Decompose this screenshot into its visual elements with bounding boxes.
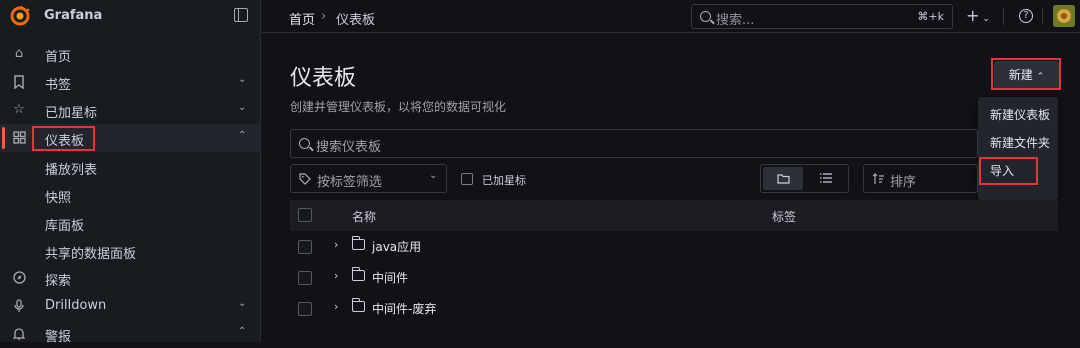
sidebar-sub-shared-dashboards[interactable]: 共享的数据面板 [45, 243, 136, 262]
sidebar-item-bookmarks[interactable]: 书签 ⌄ [0, 68, 260, 96]
chevron-up-icon[interactable]: ⌃ [238, 326, 246, 337]
breadcrumb-current: 仪表板 [336, 13, 376, 28]
table-row[interactable]: › 中间件 [290, 262, 1058, 293]
sort-icon [872, 173, 884, 184]
dashboard-search-input[interactable]: 搜索仪表板 [290, 129, 978, 158]
global-search-input[interactable]: 搜索... ⌘+k [691, 4, 953, 29]
dock-menu-icon[interactable] [234, 8, 248, 22]
star-icon: ☆ [13, 102, 25, 117]
search-icon [700, 11, 711, 22]
search-placeholder: 搜索仪表板 [316, 140, 382, 155]
bookmark-icon [12, 75, 26, 90]
table-header: 名称 标签 [290, 200, 1058, 231]
row-checkbox[interactable] [298, 240, 312, 254]
sidebar-item-label: 警报 [45, 330, 72, 345]
divider [1042, 8, 1043, 25]
search-placeholder: 搜索... [716, 13, 755, 28]
starred-checkbox[interactable] [461, 173, 473, 185]
folder-view-button[interactable] [763, 167, 803, 190]
sidebar-item-label: 书签 [45, 78, 72, 93]
table-row[interactable]: › java应用 [290, 231, 1058, 262]
chevron-right-icon[interactable]: › [334, 269, 338, 282]
folder-icon [351, 298, 365, 312]
page-title: 仪表板 [290, 66, 357, 91]
column-header-name[interactable]: 名称 [352, 208, 376, 225]
sidebar-sub-playlists[interactable]: 播放列表 [45, 159, 97, 178]
plus-icon: + [966, 6, 980, 25]
chevron-down-icon[interactable]: ⌄ [238, 74, 246, 85]
sidebar-item-label: 首页 [45, 50, 72, 65]
sidebar-sub-snapshots[interactable]: 快照 [45, 187, 71, 206]
folder-name-link[interactable]: java应用 [372, 238, 421, 255]
chevron-right-icon[interactable]: › [334, 300, 338, 313]
list-view-button[interactable] [806, 167, 846, 190]
folder-name-link[interactable]: 中间件-废弃 [372, 300, 436, 317]
highlight-box [979, 157, 1038, 185]
sidebar-sub-library-panels[interactable]: 库面板 [45, 215, 84, 234]
sidebar-item-alerting[interactable]: 警报 ⌃ [0, 320, 260, 348]
chevron-down-icon: ⌄ [982, 14, 990, 24]
tag-filter-select[interactable]: 按标签筛选 ⌄ [290, 164, 447, 193]
breadcrumb-home[interactable]: 首页 [289, 9, 315, 28]
page-subtitle: 创建并管理仪表板，以将您的数据可视化 [290, 100, 507, 114]
bell-icon [12, 327, 26, 341]
compass-icon [12, 271, 26, 285]
list-icon [820, 173, 832, 183]
folder-icon [351, 236, 365, 250]
breadcrumb-separator: › [321, 9, 327, 24]
tag-filter-placeholder: 按标签筛选 [317, 175, 383, 190]
help-glyph: ? [1023, 10, 1029, 21]
sidebar-item-drilldown[interactable]: Drilldown ⌄ [0, 292, 260, 320]
sidebar-item-home[interactable]: ⌂ 首页 [0, 40, 260, 68]
apps-icon [12, 131, 26, 145]
sidebar-item-label: Drilldown [45, 298, 107, 313]
sort-placeholder: 排序 [890, 175, 917, 190]
menu-item-new-dashboard[interactable]: 新建仪表板 [990, 106, 1050, 123]
sidebar-item-label: 已加星标 [45, 106, 98, 121]
microphone-icon [12, 299, 26, 313]
sidebar: Grafana ⌂ 首页 书签 ⌄ ☆ 已加星标 ⌄ 仪表板 ⌃ 播放列表 快照… [0, 0, 261, 345]
home-icon: ⌂ [14, 46, 24, 61]
search-icon [299, 138, 310, 149]
help-icon[interactable]: ? [1019, 9, 1033, 23]
search-shortcut: ⌘+k [917, 10, 944, 23]
chevron-up-icon[interactable]: ⌃ [238, 130, 246, 141]
row-checkbox[interactable] [298, 271, 312, 285]
chevron-down-icon: ⌄ [429, 170, 438, 181]
folder-icon [776, 174, 790, 184]
chevron-right-icon[interactable]: › [334, 238, 338, 251]
view-toggle [760, 164, 849, 193]
sidebar-item-starred[interactable]: ☆ 已加星标 ⌄ [0, 96, 260, 124]
top-bar [262, 0, 1080, 33]
divider [1003, 8, 1004, 25]
sort-select[interactable]: 排序 [863, 164, 978, 193]
chevron-down-icon[interactable]: ⌄ [238, 298, 246, 309]
grafana-logo-icon[interactable] [10, 6, 30, 26]
menu-item-new-folder[interactable]: 新建文件夹 [990, 134, 1050, 151]
folder-name-link[interactable]: 中间件 [372, 269, 408, 286]
avatar[interactable] [1053, 5, 1075, 27]
app-name: Grafana [44, 8, 103, 23]
add-new-button[interactable]: + ⌄ [966, 6, 990, 25]
row-checkbox[interactable] [298, 302, 312, 316]
select-all-checkbox[interactable] [298, 208, 312, 222]
column-header-tags: 标签 [772, 210, 797, 224]
table-row[interactable]: › 中间件-废弃 [290, 293, 1058, 324]
tag-icon [299, 173, 311, 185]
chevron-down-icon[interactable]: ⌄ [238, 102, 246, 113]
highlight-box [991, 58, 1061, 90]
sidebar-item-label: 探索 [45, 274, 72, 289]
highlight-box [32, 126, 95, 151]
folder-icon [351, 267, 365, 281]
starred-checkbox-label: 已加星标 [482, 174, 526, 187]
sidebar-item-explore[interactable]: 探索 [0, 264, 260, 292]
